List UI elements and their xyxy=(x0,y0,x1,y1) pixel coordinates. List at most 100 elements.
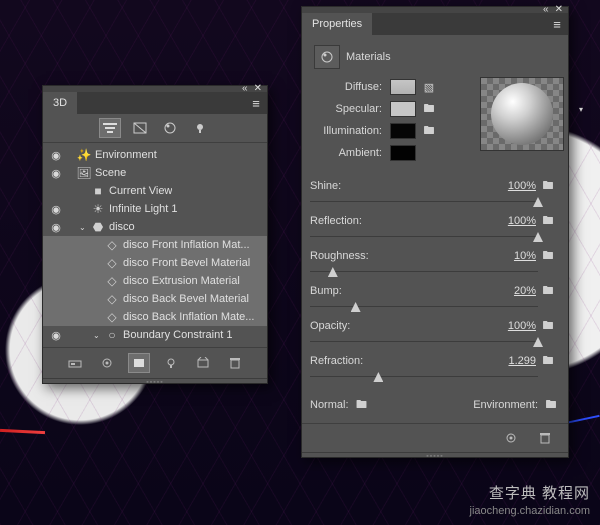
slider-track[interactable] xyxy=(310,336,538,348)
tree-row-label: disco xyxy=(106,221,135,233)
texture-folder-icon[interactable]: 🖿 xyxy=(536,317,560,336)
ambient-swatch[interactable] xyxy=(390,145,416,161)
properties-subtitle: Materials xyxy=(346,51,391,63)
slider-thumb[interactable] xyxy=(533,232,543,242)
label-ambient: Ambient: xyxy=(310,147,388,159)
specular-texture-icon[interactable]: 🖿 xyxy=(420,101,438,117)
texture-folder-icon[interactable]: 🖿 xyxy=(536,352,560,371)
tree-row-mesh[interactable]: ◉ ⌄⬣disco xyxy=(43,218,267,236)
visibility-toggle[interactable]: ◉ xyxy=(47,149,65,162)
texture-folder-icon[interactable]: 🖿 xyxy=(536,212,560,231)
panel-menu-icon[interactable]: ≡ xyxy=(245,92,267,114)
slider-track[interactable] xyxy=(310,196,538,208)
slider-value[interactable]: 100% xyxy=(480,215,536,227)
label-specular: Specular: xyxy=(310,103,388,115)
render-icon[interactable] xyxy=(96,353,118,373)
specular-swatch[interactable] xyxy=(390,101,416,117)
properties-mode-row: Materials xyxy=(310,41,560,77)
filter-material-icon[interactable] xyxy=(159,118,181,138)
label-illumination: Illumination: xyxy=(310,125,388,137)
label-environment: Environment: xyxy=(473,399,538,411)
slider-label: Refraction: xyxy=(310,355,420,367)
slider-value[interactable]: 10% xyxy=(480,250,536,262)
normal-texture-icon[interactable]: 🖿 xyxy=(353,397,371,413)
tree-row-material[interactable]: ◇disco Front Inflation Mat... xyxy=(43,236,267,254)
texture-folder-icon[interactable]: 🖿 xyxy=(536,177,560,196)
slider-label: Bump: xyxy=(310,285,420,297)
tree-row-label: Boundary Constraint 1 xyxy=(120,329,232,341)
slider-value[interactable]: 1.299 xyxy=(480,355,536,367)
tab-3d[interactable]: 3D xyxy=(43,92,78,114)
add-object-icon[interactable] xyxy=(192,353,214,373)
slider-row: Refraction: 1.299🖿 xyxy=(310,352,560,370)
tree-row-label: Infinite Light 1 xyxy=(106,203,178,215)
tree-row-environment[interactable]: ◉✨Environment xyxy=(43,146,267,164)
disclosure-arrow[interactable]: ⌄ xyxy=(93,331,104,340)
tree-row-scene[interactable]: ◉🖼Scene xyxy=(43,164,267,182)
filter-mesh-icon[interactable] xyxy=(129,118,151,138)
materials-mode-icon[interactable] xyxy=(314,45,340,69)
tree-row-label: disco Extrusion Material xyxy=(120,275,240,287)
tree-row-label: disco Back Inflation Mate... xyxy=(120,311,254,323)
slider-row: Shine: 100%🖿 xyxy=(310,177,560,195)
slider-value[interactable]: 100% xyxy=(480,180,536,192)
mesh-icon: ⬣ xyxy=(90,220,106,234)
constraint-icon: ○ xyxy=(104,328,120,342)
slider-row: Opacity: 100%🖿 xyxy=(310,317,560,335)
visibility-toggle[interactable]: ◉ xyxy=(47,203,65,216)
panel-resize-grip[interactable]: ▪▪▪▪▪ xyxy=(43,378,267,383)
tree-row-label: disco Back Bevel Material xyxy=(120,293,249,305)
slider-thumb[interactable] xyxy=(533,197,543,207)
filter-light-icon[interactable] xyxy=(189,118,211,138)
slider-value[interactable]: 100% xyxy=(480,320,536,332)
texture-folder-icon[interactable]: 🖿 xyxy=(536,282,560,301)
panel-resize-grip[interactable]: ▪▪▪▪▪ xyxy=(302,452,568,457)
tree-row-material[interactable]: ◇disco Back Bevel Material xyxy=(43,290,267,308)
scene-icon: 🖼 xyxy=(76,166,92,180)
tab-properties[interactable]: Properties xyxy=(302,13,373,35)
visibility-toggle[interactable]: ◉ xyxy=(47,221,65,234)
filter-all-icon[interactable] xyxy=(99,118,121,138)
slider-thumb[interactable] xyxy=(328,267,338,277)
trash-icon[interactable] xyxy=(224,353,246,373)
slider-thumb[interactable] xyxy=(533,337,543,347)
diffuse-texture-icon[interactable]: ▧ xyxy=(420,79,438,95)
illumination-swatch[interactable] xyxy=(390,123,416,139)
material-icon: ◇ xyxy=(104,274,120,288)
panel-3d-filter-row xyxy=(43,114,267,143)
slider-track[interactable] xyxy=(310,371,538,383)
tree-row-label: Current View xyxy=(106,185,172,197)
slider-value[interactable]: 20% xyxy=(480,285,536,297)
slider-label: Opacity: xyxy=(310,320,420,332)
slider-label: Shine: xyxy=(310,180,420,192)
tree-row-constraint[interactable]: ◉ ⌄○Boundary Constraint 1 xyxy=(43,326,267,344)
slider-row: Roughness:10%🖿 xyxy=(310,247,560,265)
tree-row-camera[interactable]: ■Current View xyxy=(43,182,267,200)
label-normal: Normal: xyxy=(310,399,349,411)
diffuse-swatch[interactable] xyxy=(390,79,416,95)
add-light-icon[interactable] xyxy=(160,353,182,373)
footer-meter-icon[interactable] xyxy=(64,353,86,373)
tree-row-material[interactable]: ◇disco Back Inflation Mate... xyxy=(43,308,267,326)
panel-props-footer xyxy=(302,423,568,452)
slider-thumb[interactable] xyxy=(351,302,361,312)
new-light-icon[interactable] xyxy=(128,353,150,373)
visibility-toggle[interactable]: ◉ xyxy=(47,167,65,180)
visibility-toggle[interactable]: ◉ xyxy=(47,329,65,342)
slider-track[interactable] xyxy=(310,301,538,313)
slider-track[interactable] xyxy=(310,231,538,243)
disclosure-arrow[interactable]: ⌄ xyxy=(79,223,90,232)
preview-dropdown-icon[interactable]: ▾ xyxy=(579,105,583,114)
slider-thumb[interactable] xyxy=(373,372,383,382)
render-settings-icon[interactable] xyxy=(500,428,522,448)
trash-icon[interactable] xyxy=(534,428,556,448)
tree-row-material[interactable]: ◇disco Front Bevel Material xyxy=(43,254,267,272)
panel-menu-icon[interactable]: ≡ xyxy=(546,13,568,35)
tree-row-light[interactable]: ◉☀Infinite Light 1 xyxy=(43,200,267,218)
texture-folder-icon[interactable]: 🖿 xyxy=(536,247,560,266)
panel-3d-tabs: 3D ≡ xyxy=(43,92,267,114)
illumination-texture-icon[interactable]: 🖿 xyxy=(420,123,438,139)
tree-row-material[interactable]: ◇disco Extrusion Material xyxy=(43,272,267,290)
environment-texture-icon[interactable]: 🖿 xyxy=(542,397,560,413)
slider-track[interactable] xyxy=(310,266,538,278)
